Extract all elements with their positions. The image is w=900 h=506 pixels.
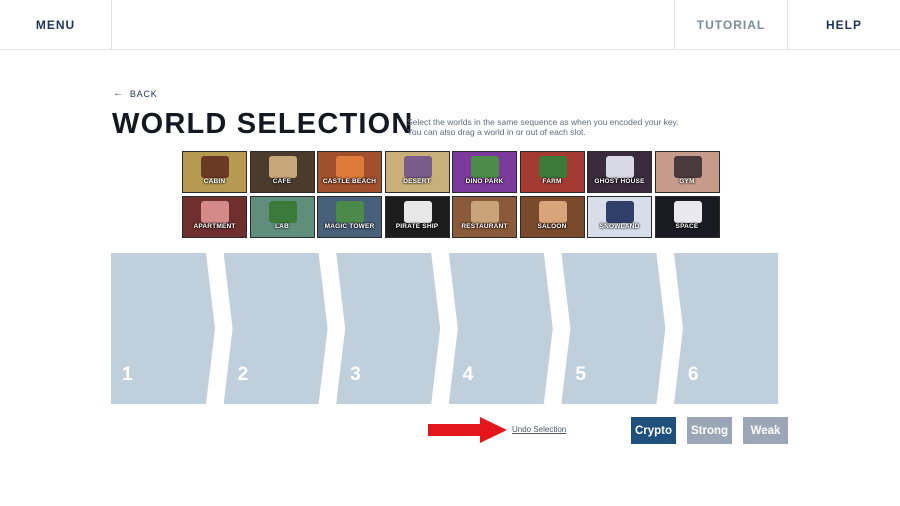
- slot-number: 6: [688, 364, 699, 385]
- world-thumbnail-shape: [673, 201, 702, 223]
- world-label: CASTLE BEACH: [322, 178, 377, 185]
- world-label: SPACE: [675, 223, 699, 230]
- slot-number: 2: [237, 364, 249, 385]
- slot-number: 5: [575, 364, 586, 385]
- world-thumbnail-shape: [403, 201, 432, 223]
- slot-5[interactable]: 5: [561, 253, 666, 404]
- world-label: APARTMENT: [193, 223, 236, 230]
- instructions: Select the worlds in the same sequence a…: [407, 117, 679, 137]
- world-label: GYM: [679, 178, 695, 185]
- world-label: CAFE: [272, 178, 292, 185]
- world-tile-farm[interactable]: FARM: [519, 151, 585, 193]
- slot-4[interactable]: 4: [448, 253, 553, 404]
- world-tile-saloon[interactable]: SALOON: [519, 196, 585, 238]
- instructions-line-2: You can also drag a world in or out of e…: [407, 127, 586, 137]
- world-thumbnail-shape: [336, 201, 364, 223]
- weak-button[interactable]: Weak: [743, 417, 788, 444]
- menu-button[interactable]: MENU: [0, 0, 112, 49]
- world-tile-apartment[interactable]: APARTMENT: [182, 196, 247, 238]
- world-thumbnail-shape: [336, 156, 364, 178]
- world-thumbnail-shape: [403, 156, 432, 178]
- world-thumbnail-shape: [268, 156, 297, 178]
- slot-6[interactable]: 6: [674, 253, 778, 404]
- tutorial-button[interactable]: TUTORIAL: [674, 0, 788, 49]
- world-tile-gym[interactable]: GYM: [654, 151, 720, 193]
- slot-3[interactable]: 3: [336, 253, 441, 404]
- world-thumbnail-shape: [673, 156, 702, 178]
- world-thumbnail-shape: [538, 201, 567, 223]
- strong-button[interactable]: Strong: [687, 417, 732, 444]
- instructions-line-1: Select the worlds in the same sequence a…: [407, 117, 679, 127]
- back-link[interactable]: ← BACK: [113, 88, 158, 99]
- red-arrow-icon: [428, 417, 507, 443]
- world-label: DINO PARK: [465, 178, 504, 185]
- crypto-button[interactable]: Crypto: [631, 417, 676, 444]
- world-thumbnail-shape: [268, 201, 297, 223]
- world-thumbnail-shape: [471, 156, 499, 178]
- world-tile-pirate-ship[interactable]: PIRATE SHIP: [384, 196, 450, 238]
- slot-number: 3: [350, 364, 361, 385]
- world-tile-magic-tower[interactable]: MAGIC TOWER: [317, 196, 382, 238]
- world-tile-cafe[interactable]: CAFE: [249, 151, 315, 193]
- slot-sequence: 1 2 3 4 5 6: [111, 253, 788, 405]
- world-tile-ghost-house[interactable]: GHOST HOUSE: [587, 151, 652, 193]
- page-title: WORLD SELECTION: [112, 108, 414, 140]
- world-label: SALOON: [537, 223, 567, 230]
- world-thumbnail-shape: [201, 201, 229, 223]
- world-thumbnail-shape: [606, 201, 634, 223]
- world-label: GHOST HOUSE: [594, 178, 645, 185]
- back-label: BACK: [129, 88, 158, 99]
- undo-selection-link[interactable]: Undo Selection: [512, 425, 566, 434]
- world-thumbnail-shape: [538, 156, 567, 178]
- world-tile-dino-park[interactable]: DINO PARK: [452, 151, 517, 193]
- world-tile-cabin[interactable]: CABIN: [182, 151, 247, 193]
- help-button[interactable]: HELP: [788, 0, 900, 49]
- world-label: CABIN: [203, 178, 226, 185]
- world-label: LAB: [275, 223, 289, 230]
- slot-number: 1: [122, 364, 133, 385]
- world-tile-desert[interactable]: DESERT: [384, 151, 450, 193]
- world-label: PIRATE SHIP: [395, 223, 439, 230]
- slot-2[interactable]: 2: [223, 253, 328, 404]
- arrow-left-icon: ←: [113, 88, 124, 99]
- world-label: DESERT: [403, 178, 431, 185]
- world-label: MAGIC TOWER: [324, 223, 375, 230]
- world-grid: CABIN CAFE CASTLE BEACH DESERT DINO PARK FARM…: [182, 151, 722, 238]
- slot-number: 4: [462, 364, 474, 385]
- world-label: FARM: [542, 178, 562, 185]
- slot-1[interactable]: 1: [111, 253, 215, 404]
- world-thumbnail-shape: [471, 201, 499, 223]
- world-label: RESTAURANT: [461, 223, 508, 230]
- world-tile-lab[interactable]: LAB: [249, 196, 315, 238]
- world-thumbnail-shape: [201, 156, 229, 178]
- top-navigation: MENU TUTORIAL HELP: [0, 0, 900, 50]
- world-thumbnail-shape: [606, 156, 634, 178]
- world-tile-snowland[interactable]: SNOWLAND: [587, 196, 652, 238]
- world-tile-restaurant[interactable]: RESTAURANT: [452, 196, 517, 238]
- world-tile-castle-beach[interactable]: CASTLE BEACH: [317, 151, 382, 193]
- world-label: SNOWLAND: [599, 223, 640, 230]
- world-tile-space[interactable]: SPACE: [654, 196, 720, 238]
